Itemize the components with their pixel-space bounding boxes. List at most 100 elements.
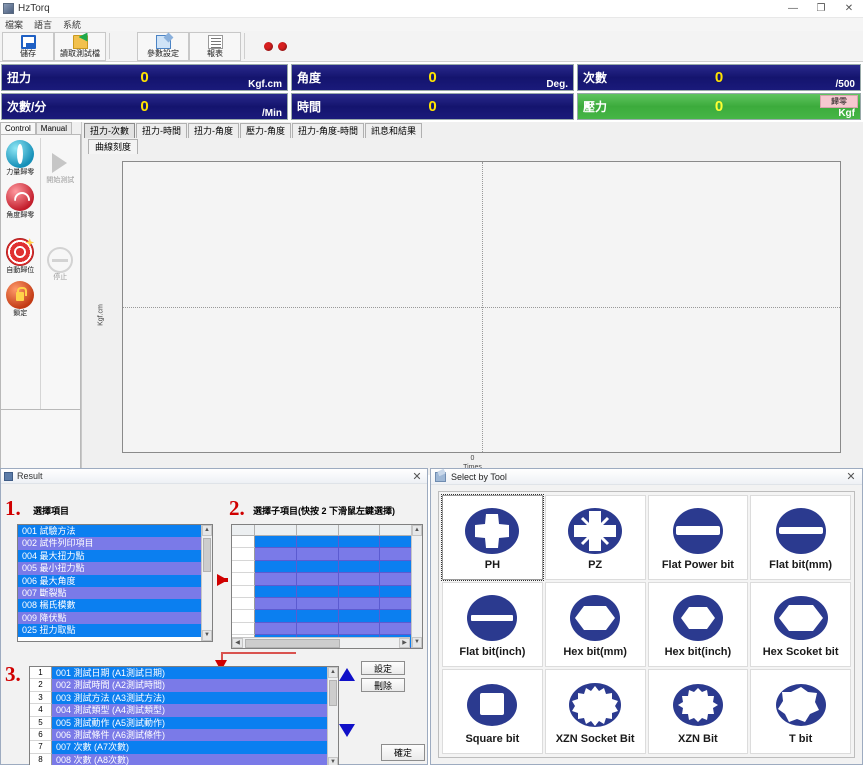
hscrollbar-thumb[interactable] bbox=[245, 638, 340, 648]
grid-cell[interactable] bbox=[255, 573, 297, 586]
tool-cell-hex-bit-mm[interactable]: Hex bit(mm) bbox=[544, 582, 646, 667]
tool-cell-flat-power-bit[interactable]: Flat Power bit bbox=[647, 495, 749, 580]
save-button[interactable]: 儲存 bbox=[2, 31, 54, 61]
grid-cell[interactable] bbox=[255, 585, 297, 598]
minimize-button[interactable]: — bbox=[779, 0, 807, 18]
selected-items-grid[interactable]: 1 001 測試日期 (A1測試日期) 2 002 測試時間 (A2測試時間) 30… bbox=[29, 666, 339, 765]
stop-button[interactable]: 停止 bbox=[41, 247, 79, 282]
force-zero-button[interactable]: 力量歸零 bbox=[1, 140, 39, 177]
table-row[interactable]: 4 004 測試類型 (A4測試類型) bbox=[30, 704, 338, 717]
table-row[interactable] bbox=[232, 548, 422, 561]
chart-subtab-curve-scale[interactable]: 曲線刻度 bbox=[88, 139, 139, 154]
selected-items-scrollbar[interactable]: ▲ ▼ bbox=[327, 667, 338, 765]
delete-button[interactable]: 刪除 bbox=[361, 678, 405, 692]
tool-dialog-close-button[interactable]: ✕ bbox=[840, 470, 862, 483]
maximize-button[interactable]: ❐ bbox=[807, 0, 835, 18]
list-item[interactable]: 007 斷裂點 bbox=[18, 586, 201, 600]
table-row[interactable] bbox=[232, 610, 422, 623]
subitem-grid[interactable]: ◀ ▶ ▲ ▼ bbox=[231, 524, 423, 649]
scroll-up-icon[interactable]: ▲ bbox=[412, 525, 422, 536]
grid-cell[interactable] bbox=[255, 536, 297, 549]
scroll-left-icon[interactable]: ◀ bbox=[232, 638, 243, 648]
chart-tab-torque-time[interactable]: 扭力-時間 bbox=[136, 123, 187, 138]
list-item[interactable]: 009 降伏點 bbox=[18, 611, 201, 625]
scroll-right-icon[interactable]: ▶ bbox=[399, 638, 410, 648]
row-text[interactable]: 007 次數 (A7次數) bbox=[52, 741, 338, 754]
scroll-down-icon[interactable]: ▼ bbox=[412, 637, 422, 648]
tool-cell-flat-bit-mm[interactable]: Flat bit(mm) bbox=[750, 495, 851, 580]
close-button[interactable]: ✕ bbox=[835, 0, 863, 18]
list-item[interactable]: 001 試驗方法 bbox=[18, 525, 201, 538]
list-item[interactable]: 004 最大扭力點 bbox=[18, 549, 201, 563]
grid-cell[interactable] bbox=[338, 622, 381, 636]
grid-cell[interactable] bbox=[338, 585, 381, 598]
tool-cell-xzn-socket-bit[interactable]: XZN Socket Bit bbox=[544, 669, 646, 754]
tool-cell-xzn-bit[interactable]: XZN Bit bbox=[647, 669, 749, 754]
table-row[interactable] bbox=[232, 560, 422, 574]
table-row[interactable] bbox=[232, 622, 422, 636]
table-row[interactable] bbox=[232, 536, 422, 549]
list-item[interactable]: 008 楊氏模數 bbox=[18, 599, 201, 612]
move-up-button[interactable] bbox=[339, 668, 357, 681]
load-test-file-button[interactable]: 讀取測試檔 bbox=[54, 31, 106, 61]
list-item[interactable]: 005 最小扭力點 bbox=[18, 562, 201, 575]
grid-column-header[interactable] bbox=[255, 525, 297, 535]
scroll-up-icon[interactable]: ▲ bbox=[202, 525, 212, 536]
list-item[interactable]: 025 扭力取點 bbox=[18, 624, 201, 637]
tool-cell-hex-bit-inch[interactable]: Hex bit(inch) bbox=[647, 582, 749, 667]
table-row[interactable]: 8 008 次數 (A8次數) bbox=[30, 753, 338, 765]
grid-cell[interactable] bbox=[338, 536, 381, 549]
item-listbox-scrollbar[interactable]: ▲ ▼ bbox=[201, 525, 212, 641]
grid-cell[interactable] bbox=[296, 573, 339, 586]
lock-button[interactable]: 鎖定 bbox=[1, 281, 39, 318]
grid-cell[interactable] bbox=[338, 560, 381, 574]
plot-canvas[interactable] bbox=[122, 161, 841, 453]
move-down-button[interactable] bbox=[339, 724, 357, 737]
grid-cell[interactable] bbox=[296, 560, 339, 574]
grid-cell[interactable] bbox=[338, 573, 381, 586]
row-text[interactable]: 008 次數 (A8次數) bbox=[52, 753, 338, 765]
row-text[interactable]: 005 測試動作 (A5測試動作) bbox=[52, 716, 338, 729]
ok-button[interactable]: 確定 bbox=[381, 744, 425, 761]
table-row[interactable] bbox=[232, 597, 422, 611]
menu-item-language[interactable]: 語言 bbox=[34, 18, 52, 31]
row-text[interactable]: 004 測試類型 (A4測試類型) bbox=[52, 704, 338, 717]
grid-cell[interactable] bbox=[296, 585, 339, 598]
grid-cell[interactable] bbox=[338, 597, 381, 611]
grid-cell[interactable] bbox=[255, 610, 297, 623]
table-row[interactable]: 7 007 次數 (A7次數) bbox=[30, 741, 338, 754]
grid-cell[interactable] bbox=[338, 548, 381, 561]
result-dialog-close-button[interactable]: ✕ bbox=[407, 470, 427, 483]
chart-tab-torque-count[interactable]: 扭力-次數 bbox=[84, 123, 135, 138]
grid-cell[interactable] bbox=[296, 622, 339, 636]
scroll-down-icon[interactable]: ▼ bbox=[328, 757, 338, 765]
chart-tab-torque-angle-time[interactable]: 扭力-角度-時間 bbox=[292, 123, 364, 138]
grid-cell[interactable] bbox=[338, 610, 381, 623]
table-row[interactable]: 1 001 測試日期 (A1測試日期) bbox=[30, 667, 338, 680]
grid-cell[interactable] bbox=[255, 622, 297, 636]
auto-home-button[interactable]: 自動歸位 bbox=[1, 238, 39, 275]
table-row[interactable]: 3 003 測試方法 (A3測試方法) bbox=[30, 691, 338, 705]
grid-cell[interactable] bbox=[296, 548, 339, 561]
tab-manual[interactable]: Manual bbox=[35, 122, 73, 134]
grid-cell[interactable] bbox=[296, 597, 339, 611]
subitem-grid-vscrollbar[interactable]: ▲ ▼ bbox=[411, 525, 422, 648]
grid-column-header[interactable] bbox=[297, 525, 339, 535]
tool-cell-ph[interactable]: PH bbox=[441, 494, 544, 581]
row-text[interactable]: 001 測試日期 (A1測試日期) bbox=[52, 667, 338, 680]
scrollbar-thumb[interactable] bbox=[329, 680, 337, 706]
scrollbar-thumb[interactable] bbox=[203, 538, 211, 572]
grid-cell[interactable] bbox=[255, 560, 297, 574]
table-row[interactable] bbox=[232, 573, 422, 586]
tool-cell-flat-bit-inch[interactable]: Flat bit(inch) bbox=[442, 582, 543, 667]
grid-cell[interactable] bbox=[296, 536, 339, 549]
tool-cell-square-bit[interactable]: Square bit bbox=[442, 669, 543, 754]
row-text[interactable]: 002 測試時間 (A2測試時間) bbox=[52, 679, 338, 692]
chart-tab-message-result[interactable]: 訊息和結果 bbox=[365, 123, 423, 138]
parameter-settings-button[interactable]: 參數設定 bbox=[137, 31, 189, 61]
row-text[interactable]: 006 測試條件 (A6測試條件) bbox=[52, 728, 338, 742]
table-row[interactable]: 6 006 測試條件 (A6測試條件) bbox=[30, 728, 338, 742]
pressure-zero-badge[interactable]: 歸零 bbox=[820, 95, 858, 108]
tool-cell-pz[interactable]: PZ bbox=[544, 495, 646, 580]
tool-cell-t-bit[interactable]: T bit bbox=[750, 669, 851, 754]
